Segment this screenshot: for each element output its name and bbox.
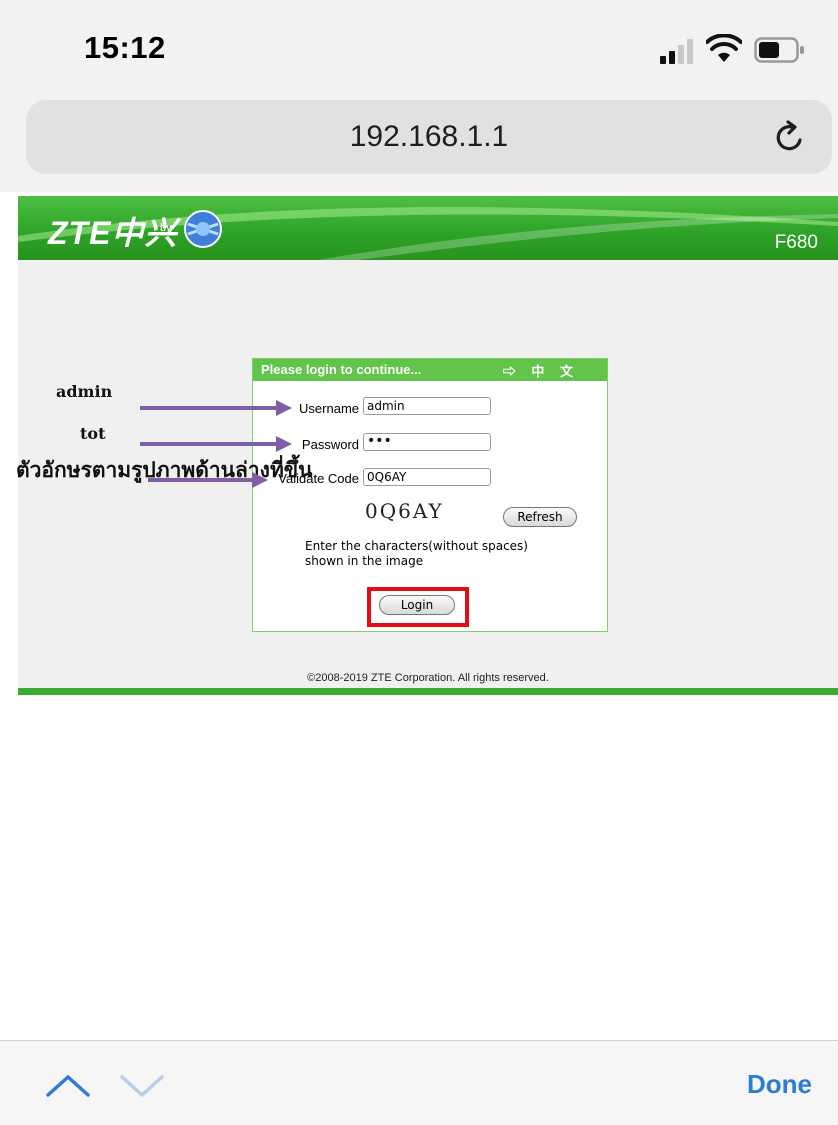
annotation-username: admin xyxy=(56,382,113,401)
chinese-language-link[interactable]: ⇨ 中 文 xyxy=(503,361,579,380)
page-footer-line xyxy=(18,688,838,695)
chevron-up-icon[interactable] xyxy=(44,1071,92,1099)
address-bar-area: 192.168.1.1 xyxy=(0,92,838,192)
keyboard-toolbar: Done xyxy=(0,1040,838,1125)
url-text[interactable]: 192.168.1.1 xyxy=(26,100,832,174)
validate-code-input[interactable]: 0Q6AY xyxy=(363,468,491,486)
router-page: ZTE中兴 by F680 Please login to continue..… xyxy=(18,196,838,694)
username-input[interactable]: admin xyxy=(363,397,491,415)
done-button[interactable]: Done xyxy=(747,1069,812,1100)
captcha-hint-line1: Enter the characters(without spaces) xyxy=(305,539,528,553)
address-bar[interactable]: 192.168.1.1 xyxy=(26,100,832,174)
username-label: Username xyxy=(299,401,359,416)
refresh-button[interactable]: Refresh xyxy=(503,507,577,527)
captcha-hint-line2: shown in the image xyxy=(305,554,424,568)
wifi-icon xyxy=(706,34,742,62)
logo-by-text: by xyxy=(160,222,172,234)
login-header: Please login to continue... ⇨ 中 文 xyxy=(253,359,607,381)
zte-banner: ZTE中兴 by F680 xyxy=(18,196,838,260)
status-bar: 15:12 xyxy=(0,0,838,92)
model-label: F680 xyxy=(774,232,818,253)
captcha-image: 0Q6AY xyxy=(365,499,444,523)
login-title: Please login to continue... xyxy=(261,362,422,377)
reload-icon[interactable] xyxy=(774,120,806,154)
password-label: Password xyxy=(301,437,359,452)
login-panel: Please login to continue... ⇨ 中 文 Userna… xyxy=(252,358,608,632)
partner-logo-icon xyxy=(184,210,222,248)
login-highlight-box xyxy=(367,587,469,627)
status-icons xyxy=(660,34,810,70)
signal-icon xyxy=(660,39,693,64)
battery-icon xyxy=(754,37,804,63)
status-time: 15:12 xyxy=(84,30,166,65)
zte-logo: ZTE中兴 xyxy=(48,215,178,251)
copyright-text: ©2008-2019 ZTE Corporation. All rights r… xyxy=(307,672,549,684)
password-input[interactable]: ••• xyxy=(363,433,491,451)
captcha-hint: Enter the characters(without spaces) sho… xyxy=(305,539,565,569)
chevron-down-icon[interactable] xyxy=(118,1071,166,1099)
annotation-password: tot xyxy=(80,424,106,443)
annotation-validate-code: ตัวอักษรตามรูปภาพด้านล่างที่ขึ้น xyxy=(16,457,313,482)
